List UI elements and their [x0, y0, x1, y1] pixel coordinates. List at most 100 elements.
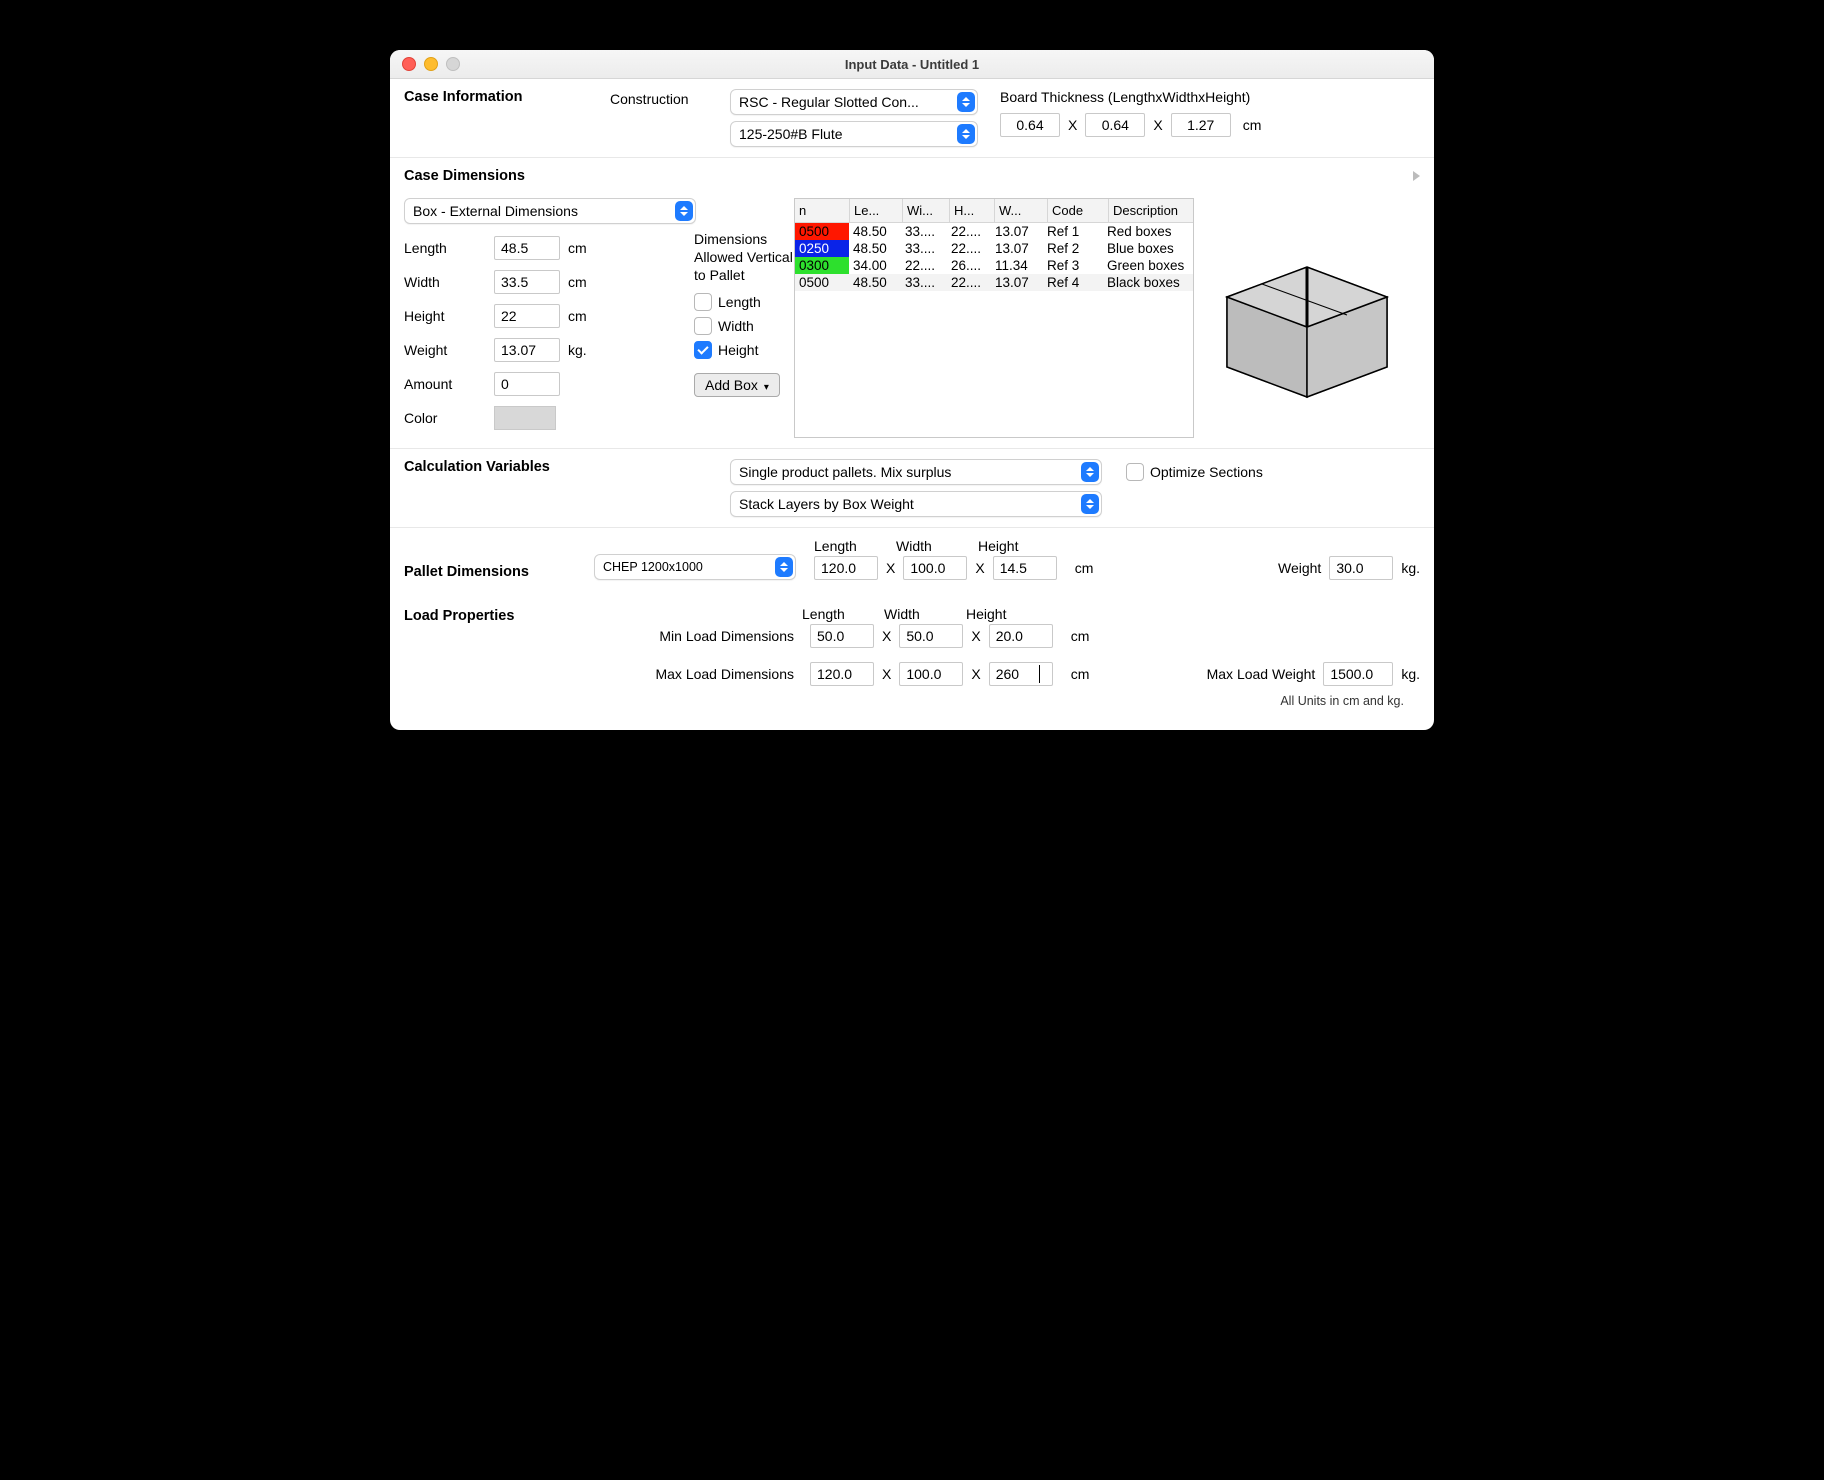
weight-unit: kg.: [568, 342, 587, 358]
min-height-input[interactable]: 20.0: [989, 624, 1053, 648]
table-row[interactable]: 025048.5033....22....13.07Ref 2Blue boxe…: [795, 240, 1193, 257]
dims-allowed-label: Dimensions Allowed Vertical to Pallet: [694, 230, 794, 285]
pallet-height-label: Height: [978, 538, 1060, 554]
add-box-button[interactable]: Add Box ▾: [694, 373, 780, 397]
table-cell: 11.34: [991, 257, 1043, 274]
table-cell: 26....: [947, 257, 991, 274]
table-cell: 0250: [795, 240, 849, 257]
chevron-right-icon[interactable]: [1413, 168, 1420, 184]
calc-mode-value: Single product pallets. Mix surplus: [739, 464, 951, 480]
amount-input[interactable]: 0: [494, 372, 560, 396]
table-cell: 0500: [795, 223, 849, 240]
table-body: 050048.5033....22....13.07Ref 1Red boxes…: [795, 223, 1193, 291]
min-width-input[interactable]: 50.0: [899, 624, 963, 648]
window-title: Input Data - Untitled 1: [390, 57, 1434, 72]
table-cell: 22....: [947, 274, 991, 291]
text-cursor-icon: [1039, 665, 1040, 683]
table-cell: 13.07: [991, 240, 1043, 257]
dimension-mode-select[interactable]: Box - External Dimensions: [404, 198, 696, 224]
height-unit: cm: [568, 308, 587, 324]
table-row[interactable]: 030034.0022....26....11.34Ref 3Green box…: [795, 257, 1193, 274]
optimize-sections-checkbox[interactable]: Optimize Sections: [1126, 463, 1263, 481]
table-cell: 33....: [901, 223, 947, 240]
multiply-label: X: [882, 666, 891, 682]
max-weight-label: Max Load Weight: [1207, 666, 1316, 682]
width-label: Width: [404, 274, 494, 290]
pallet-type-select[interactable]: CHEP 1200x1000: [594, 554, 796, 580]
col-width[interactable]: Wi...: [903, 199, 950, 222]
titlebar: Input Data - Untitled 1: [390, 50, 1434, 79]
pallet-length-input[interactable]: 120.0: [814, 556, 878, 580]
stack-mode-select[interactable]: Stack Layers by Box Weight: [730, 491, 1102, 517]
min-unit: cm: [1071, 628, 1090, 644]
col-description[interactable]: Description: [1109, 199, 1193, 222]
col-height[interactable]: H...: [950, 199, 995, 222]
dropdown-arrow-icon: ▾: [764, 382, 769, 393]
width-vertical-checkbox[interactable]: Width: [694, 317, 754, 335]
table-cell: Ref 4: [1043, 274, 1103, 291]
weight-label: Weight: [404, 342, 494, 358]
pallet-heading: Pallet Dimensions: [404, 564, 594, 580]
checkbox-label: Width: [718, 318, 754, 334]
calc-mode-select[interactable]: Single product pallets. Mix surplus: [730, 459, 1102, 485]
chevron-updown-icon: [957, 124, 975, 144]
table-row[interactable]: 050048.5033....22....13.07Ref 4Black box…: [795, 274, 1193, 291]
height-label: Height: [404, 308, 494, 324]
pallet-width-label: Width: [896, 538, 978, 554]
thickness-width-input[interactable]: 0.64: [1085, 113, 1145, 137]
width-unit: cm: [568, 274, 587, 290]
multiply-label: X: [971, 666, 980, 682]
flute-select[interactable]: 125-250#B Flute: [730, 121, 978, 147]
table-cell: 22....: [901, 257, 947, 274]
checkbox-icon: [694, 341, 712, 359]
color-label: Color: [404, 410, 494, 426]
pallet-weight-input[interactable]: 30.0: [1329, 556, 1393, 580]
load-width-label: Width: [884, 606, 966, 622]
length-vertical-checkbox[interactable]: Length: [694, 293, 761, 311]
pallet-width-input[interactable]: 100.0: [903, 556, 967, 580]
thickness-length-input[interactable]: 0.64: [1000, 113, 1060, 137]
box-table[interactable]: n Le... Wi... H... W... Code Description…: [794, 198, 1194, 438]
construction-select[interactable]: RSC - Regular Slotted Con...: [730, 89, 978, 115]
col-weight[interactable]: W...: [995, 199, 1048, 222]
amount-label: Amount: [404, 376, 494, 392]
table-cell: Ref 1: [1043, 223, 1103, 240]
width-input[interactable]: 33.5: [494, 270, 560, 294]
checkbox-icon: [694, 317, 712, 335]
box-preview: [1194, 198, 1420, 436]
max-length-input[interactable]: 120.0: [810, 662, 874, 686]
height-vertical-checkbox[interactable]: Height: [694, 341, 758, 359]
weight-input[interactable]: 13.07: [494, 338, 560, 362]
table-cell: Ref 3: [1043, 257, 1103, 274]
col-n[interactable]: n: [795, 199, 850, 222]
max-height-input[interactable]: 260: [989, 662, 1053, 686]
thickness-unit: cm: [1243, 117, 1262, 133]
max-weight-input[interactable]: 1500.0: [1323, 662, 1393, 686]
length-input[interactable]: 48.5: [494, 236, 560, 260]
multiply-label: X: [971, 628, 980, 644]
section-case-info: Case Information Construction RSC - Regu…: [390, 79, 1434, 158]
pallet-height-input[interactable]: 14.5: [993, 556, 1057, 580]
load-height-label: Height: [966, 606, 1048, 622]
table-cell: 13.07: [991, 274, 1043, 291]
thickness-height-input[interactable]: 1.27: [1171, 113, 1231, 137]
footer-units: All Units in cm and kg.: [404, 686, 1420, 720]
max-width-input[interactable]: 100.0: [899, 662, 963, 686]
multiply-label: X: [882, 628, 891, 644]
max-load-label: Max Load Dimensions: [404, 666, 802, 682]
col-length[interactable]: Le...: [850, 199, 903, 222]
construction-label: Construction: [610, 89, 730, 107]
chevron-updown-icon: [957, 92, 975, 112]
add-box-label: Add Box: [705, 377, 758, 393]
load-heading: Load Properties: [404, 608, 594, 624]
min-length-input[interactable]: 50.0: [810, 624, 874, 648]
table-cell: 22....: [947, 223, 991, 240]
table-cell: Blue boxes: [1103, 240, 1193, 257]
height-input[interactable]: 22: [494, 304, 560, 328]
multiply-label: X: [1068, 117, 1077, 133]
col-code[interactable]: Code: [1048, 199, 1109, 222]
color-swatch[interactable]: [494, 406, 556, 430]
min-load-label: Min Load Dimensions: [404, 628, 802, 644]
table-row[interactable]: 050048.5033....22....13.07Ref 1Red boxes: [795, 223, 1193, 240]
case-info-heading: Case Information: [404, 89, 610, 105]
